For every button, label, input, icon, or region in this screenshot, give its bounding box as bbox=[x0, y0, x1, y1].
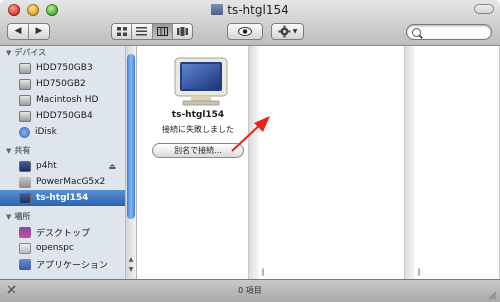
disclosure-triangle-icon: ▼ bbox=[6, 213, 12, 221]
network-computer-icon bbox=[19, 192, 31, 204]
sidebar-item-label: HDD750GB4 bbox=[36, 111, 93, 121]
sidebar-section-shared[interactable]: ▼ 共有 bbox=[0, 144, 136, 158]
idisk-icon bbox=[19, 126, 30, 138]
sidebar-item-powermacg5x2[interactable]: PowerMacG5x2 bbox=[0, 174, 136, 190]
toolbar-toggle-button[interactable] bbox=[474, 4, 494, 14]
eject-icon[interactable]: ⏏ bbox=[108, 162, 116, 171]
sidebar-item-desktop[interactable]: デスクトップ bbox=[0, 224, 136, 240]
sidebar-item-hd750gb2[interactable]: HD750GB2 bbox=[0, 76, 136, 92]
cover-flow-icon[interactable] bbox=[171, 24, 192, 39]
hard-drive-icon bbox=[19, 78, 31, 90]
folder-icon bbox=[211, 4, 224, 15]
annotation-arrow bbox=[231, 116, 270, 152]
eye-icon bbox=[238, 27, 252, 36]
sidebar-item-label: p4ht bbox=[36, 161, 57, 171]
sidebar-item-applications[interactable]: アプリケーション bbox=[0, 256, 136, 272]
section-label: デバイス bbox=[14, 48, 47, 57]
sidebar-item-label: iDisk bbox=[35, 127, 57, 137]
applications-icon bbox=[19, 258, 31, 270]
section-label: 共有 bbox=[14, 146, 31, 155]
column-scrollbar[interactable] bbox=[248, 46, 259, 279]
disclosure-triangle-icon: ▼ bbox=[6, 49, 12, 57]
desktop-icon bbox=[19, 226, 31, 238]
sidebar-item-label: ts-htgl154 bbox=[36, 193, 89, 203]
sidebar-item-label: デスクトップ bbox=[36, 228, 91, 239]
sidebar-item-label: openspc bbox=[36, 243, 74, 253]
window-title: ts-htgl154 bbox=[227, 3, 289, 17]
server-computer-icon bbox=[174, 57, 228, 106]
sidebar: ▼ デバイス HDD750GB3 HD750GB2 Macintosh HD HD… bbox=[0, 46, 137, 279]
search-field[interactable] bbox=[406, 24, 492, 40]
icon-view-icon[interactable] bbox=[112, 24, 131, 39]
status-bar: 0 項目 bbox=[0, 279, 500, 302]
hard-drive-icon bbox=[19, 94, 31, 106]
search-icon bbox=[412, 28, 421, 37]
column-resize-handle[interactable]: ‖ bbox=[261, 268, 265, 276]
gear-icon bbox=[278, 25, 291, 38]
column-empty: ‖ bbox=[259, 46, 415, 279]
list-view-icon[interactable] bbox=[131, 24, 151, 39]
sidebar-section-devices[interactable]: ▼ デバイス bbox=[0, 46, 136, 60]
forward-icon[interactable]: ▶ bbox=[28, 24, 49, 39]
finder-window: ts-htgl154 ◀ ▶ ▼ ▼ デバイス HDD750GB3 HD750G… bbox=[0, 0, 500, 302]
sidebar-item-hdd750gb4[interactable]: HDD750GB4 bbox=[0, 108, 136, 124]
scroll-down-arrow-icon[interactable]: ▼ bbox=[127, 266, 135, 274]
search-input[interactable] bbox=[425, 26, 489, 40]
network-computer-icon bbox=[19, 176, 31, 188]
action-menu-button[interactable]: ▼ bbox=[271, 23, 304, 40]
sidebar-item-label: HDD750GB3 bbox=[36, 63, 93, 73]
sidebar-item-idisk[interactable]: iDisk bbox=[0, 124, 136, 140]
sidebar-item-label: アプリケーション bbox=[36, 260, 108, 271]
quick-look-button[interactable] bbox=[227, 23, 263, 40]
home-icon bbox=[19, 242, 31, 254]
chevron-down-icon: ▼ bbox=[292, 28, 298, 35]
sidebar-section-places[interactable]: ▼ 場所 bbox=[0, 210, 136, 224]
sidebar-item-macintosh-hd[interactable]: Macintosh HD bbox=[0, 92, 136, 108]
window-title-bar: ts-htgl154 bbox=[0, 3, 500, 17]
column-view-icon[interactable] bbox=[151, 24, 172, 39]
column-scrollbar[interactable] bbox=[404, 46, 415, 279]
sidebar-item-label: HD750GB2 bbox=[36, 79, 86, 89]
sidebar-scrollbar[interactable]: ▲ ▼ bbox=[125, 46, 136, 279]
sidebar-item-hdd750gb3[interactable]: HDD750GB3 bbox=[0, 60, 136, 76]
network-computer-icon bbox=[19, 160, 31, 172]
column-empty: ‖ bbox=[415, 46, 500, 279]
item-count: 0 項目 bbox=[238, 286, 262, 295]
hard-drive-icon bbox=[19, 62, 31, 74]
section-label: 場所 bbox=[14, 212, 31, 221]
sidebar-item-label: PowerMacG5x2 bbox=[36, 177, 106, 187]
back-icon[interactable]: ◀ bbox=[8, 24, 28, 39]
disclosure-triangle-icon: ▼ bbox=[6, 147, 12, 155]
hard-drive-icon bbox=[19, 110, 31, 122]
column-resize-handle[interactable]: ‖ bbox=[417, 268, 421, 276]
column-server: ts-htgl154 接続に失敗しました 別名で接続... ‖ bbox=[137, 46, 259, 279]
scroll-up-arrow-icon[interactable]: ▲ bbox=[127, 256, 135, 264]
sidebar-item-p4ht[interactable]: p4ht ⏏ bbox=[0, 158, 136, 174]
view-switcher bbox=[111, 23, 193, 40]
sidebar-item-ts-htgl154[interactable]: ts-htgl154 bbox=[0, 190, 136, 206]
sidebar-item-label: Macintosh HD bbox=[36, 95, 99, 105]
sidebar-item-openspc[interactable]: openspc bbox=[0, 240, 136, 256]
resize-grip-icon[interactable] bbox=[488, 291, 497, 300]
back-forward-control: ◀ ▶ bbox=[7, 23, 50, 40]
sidebar-scroll-thumb[interactable] bbox=[127, 54, 135, 219]
toolbar: ts-htgl154 ◀ ▶ ▼ bbox=[0, 0, 500, 46]
